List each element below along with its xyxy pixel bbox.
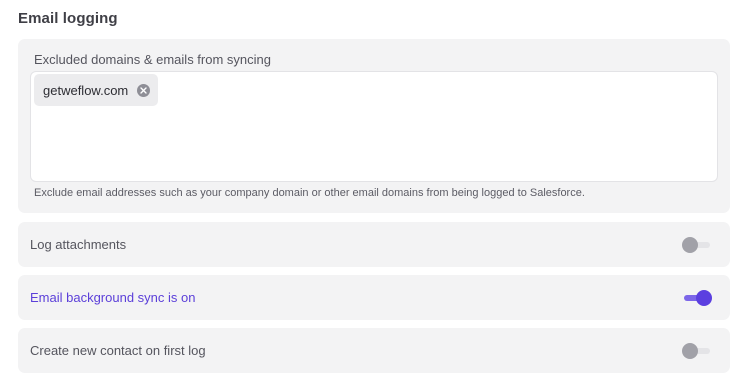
excluded-domains-label: Excluded domains & emails from syncing bbox=[34, 52, 271, 67]
toggle-knob bbox=[696, 289, 712, 306]
setting-create-new-contact: Create new contact on first log bbox=[18, 328, 730, 373]
setting-log-attachments: Log attachments bbox=[18, 222, 730, 267]
x-circle-icon[interactable] bbox=[137, 83, 151, 97]
section-title: Email logging bbox=[18, 10, 118, 27]
setting-label: Email background sync is on bbox=[30, 290, 196, 305]
log-attachments-toggle[interactable] bbox=[682, 236, 712, 253]
excluded-domains-hint: Exclude email addresses such as your com… bbox=[34, 187, 585, 199]
excluded-domains-input[interactable]: getweflow.com bbox=[30, 71, 718, 182]
toggle-knob bbox=[682, 236, 698, 253]
domain-chip-label: getweflow.com bbox=[43, 82, 129, 98]
setting-email-background-sync: Email background sync is on bbox=[18, 275, 730, 320]
email-logging-settings: Email logging Excluded domains & emails … bbox=[0, 0, 743, 380]
create-new-contact-toggle[interactable] bbox=[682, 342, 712, 359]
domain-chip: getweflow.com bbox=[34, 74, 159, 106]
email-background-sync-toggle[interactable] bbox=[682, 289, 712, 306]
setting-label: Create new contact on first log bbox=[30, 343, 206, 358]
setting-label: Log attachments bbox=[30, 237, 127, 252]
toggle-knob bbox=[682, 342, 698, 359]
excluded-domains-panel: Excluded domains & emails from syncing g… bbox=[18, 39, 730, 213]
